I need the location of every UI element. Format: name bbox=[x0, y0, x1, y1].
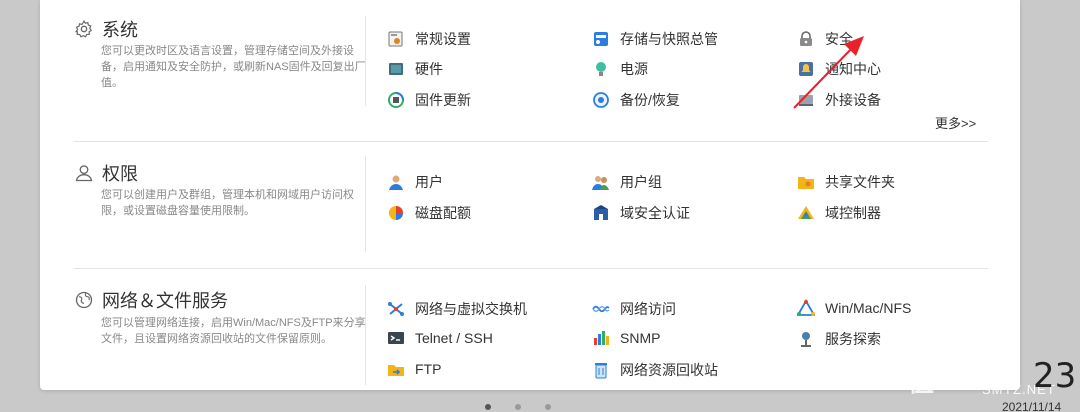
item-service-discovery[interactable]: 服务探索 bbox=[797, 329, 881, 349]
backup-restore-icon bbox=[593, 92, 609, 108]
section-permissions-title: 权限 bbox=[102, 164, 138, 184]
item-label: SNMP bbox=[620, 330, 661, 346]
control-panel: 系统 您可以更改时区及语言设置，管理存储空间及外接设备，启用通知及安全防护，或刷… bbox=[40, 0, 1020, 390]
terminal-icon bbox=[388, 332, 404, 344]
power-bulb-icon bbox=[596, 62, 606, 76]
item-label: 域控制器 bbox=[825, 205, 881, 221]
user-group-icon bbox=[592, 176, 609, 190]
section-system: 系统 您可以更改时区及语言设置，管理存储空间及外接设备，启用通知及安全防护，或刷… bbox=[40, 0, 1020, 142]
network-switch-icon bbox=[388, 302, 404, 316]
item-label: 硬件 bbox=[415, 61, 443, 77]
item-user[interactable]: 用户 bbox=[387, 172, 443, 192]
item-recycle-bin[interactable]: 网络资源回收站 bbox=[592, 360, 718, 380]
item-label: 域安全认证 bbox=[620, 205, 690, 221]
desktop-date: 2021/11/14 bbox=[1002, 400, 1062, 412]
snmp-icon bbox=[594, 331, 609, 345]
item-ftp[interactable]: FTP bbox=[387, 360, 441, 378]
item-hardware[interactable]: 硬件 bbox=[387, 59, 443, 79]
hardware-icon bbox=[389, 63, 403, 75]
user-outline-icon bbox=[75, 165, 93, 182]
domain-security-icon bbox=[594, 205, 608, 220]
item-label: 网络访问 bbox=[620, 301, 676, 317]
red-annotation-arrow bbox=[793, 36, 864, 109]
firmware-update-icon bbox=[388, 92, 404, 108]
item-user-group[interactable]: 用户组 bbox=[592, 172, 662, 192]
section-network-title: 网络＆文件服务 bbox=[102, 291, 228, 311]
page-indicator bbox=[485, 404, 551, 410]
watermark-logo: 值 bbox=[908, 367, 935, 397]
item-general-settings[interactable]: 常规设置 bbox=[387, 29, 471, 49]
page-dot-1[interactable] bbox=[485, 404, 491, 410]
item-snmp[interactable]: SNMP bbox=[592, 329, 660, 347]
vertical-divider bbox=[365, 16, 366, 106]
section-network-header: 网络＆文件服务 bbox=[74, 287, 228, 313]
desktop-clock: 23: bbox=[1033, 356, 1080, 396]
storage-snapshot-icon bbox=[594, 32, 608, 46]
page-dot-3[interactable] bbox=[545, 404, 551, 410]
vertical-divider bbox=[365, 156, 366, 252]
item-label: 固件更新 bbox=[415, 92, 471, 108]
item-label: 常规设置 bbox=[415, 31, 471, 47]
item-label: 存储与快照总管 bbox=[620, 31, 718, 47]
network-access-icon bbox=[592, 305, 610, 313]
user-icon bbox=[389, 175, 403, 190]
section-network-description: 您可以管理网络连接，启用Win/Mac/NFS及FTP来分享文件，且设置网络资源… bbox=[101, 317, 366, 345]
section-permissions: 权限 您可以创建用户及群组，管理本机和网域用户访问权限，或设置磁盘容量使用限制。… bbox=[40, 142, 1020, 268]
item-label: 用户 bbox=[415, 174, 443, 190]
item-shared-folder[interactable]: 共享文件夹 bbox=[797, 172, 895, 192]
vertical-divider bbox=[365, 285, 366, 385]
item-label: FTP bbox=[415, 361, 442, 377]
item-label: 网络资源回收站 bbox=[620, 362, 718, 378]
win-mac-nfs-icon bbox=[797, 299, 815, 316]
item-label: 磁盘配额 bbox=[415, 205, 471, 221]
item-label: 备份/恢复 bbox=[620, 92, 680, 108]
general-settings-icon bbox=[388, 31, 403, 47]
item-domain-security[interactable]: 域安全认证 bbox=[592, 203, 690, 223]
item-label: 共享文件夹 bbox=[825, 174, 895, 190]
page-dot-2[interactable] bbox=[515, 404, 521, 410]
item-label: Telnet / SSH bbox=[415, 330, 493, 346]
item-label: 用户组 bbox=[620, 174, 662, 190]
service-discovery-icon bbox=[801, 332, 811, 347]
item-win-mac-nfs[interactable]: Win/Mac/NFS bbox=[797, 299, 911, 317]
ftp-icon bbox=[388, 365, 404, 376]
section-system-description: 您可以更改时区及语言设置，管理存储空间及外接设备，启用通知及安全防护，或刷新NA… bbox=[101, 45, 366, 89]
item-power[interactable]: 电源 bbox=[592, 59, 648, 79]
section-system-title: 系统 bbox=[102, 20, 138, 40]
more-link[interactable]: 更多>> bbox=[935, 113, 976, 132]
gear-icon bbox=[74, 19, 93, 38]
item-label: 服务探索 bbox=[825, 331, 881, 347]
disk-quota-icon bbox=[389, 206, 403, 220]
item-telnet-ssh[interactable]: Telnet / SSH bbox=[387, 329, 493, 347]
item-disk-quota[interactable]: 磁盘配额 bbox=[387, 203, 471, 223]
item-network-access[interactable]: 网络访问 bbox=[592, 299, 676, 319]
recycle-bin-icon bbox=[595, 363, 607, 379]
globe-icon bbox=[75, 291, 93, 309]
item-label: 网络与虚拟交换机 bbox=[415, 301, 527, 317]
section-permissions-description: 您可以创建用户及群组，管理本机和网域用户访问权限，或设置磁盘容量使用限制。 bbox=[101, 189, 354, 217]
item-backup-restore[interactable]: 备份/恢复 bbox=[592, 90, 680, 110]
section-system-header: 系统 bbox=[74, 16, 138, 42]
item-network-virtual-switch[interactable]: 网络与虚拟交换机 bbox=[387, 299, 527, 319]
item-storage-snapshot[interactable]: 存储与快照总管 bbox=[592, 29, 718, 49]
shared-folder-icon bbox=[798, 177, 814, 189]
section-permissions-header: 权限 bbox=[74, 160, 138, 186]
item-firmware-update[interactable]: 固件更新 bbox=[387, 90, 471, 110]
section-network-file-services: 网络＆文件服务 您可以管理网络连接，启用Win/Mac/NFS及FTP来分享文件… bbox=[40, 269, 1020, 390]
item-label: 电源 bbox=[620, 61, 648, 77]
item-domain-controller[interactable]: 域控制器 bbox=[797, 203, 881, 223]
item-label: Win/Mac/NFS bbox=[825, 300, 912, 316]
domain-controller-icon bbox=[798, 206, 814, 219]
